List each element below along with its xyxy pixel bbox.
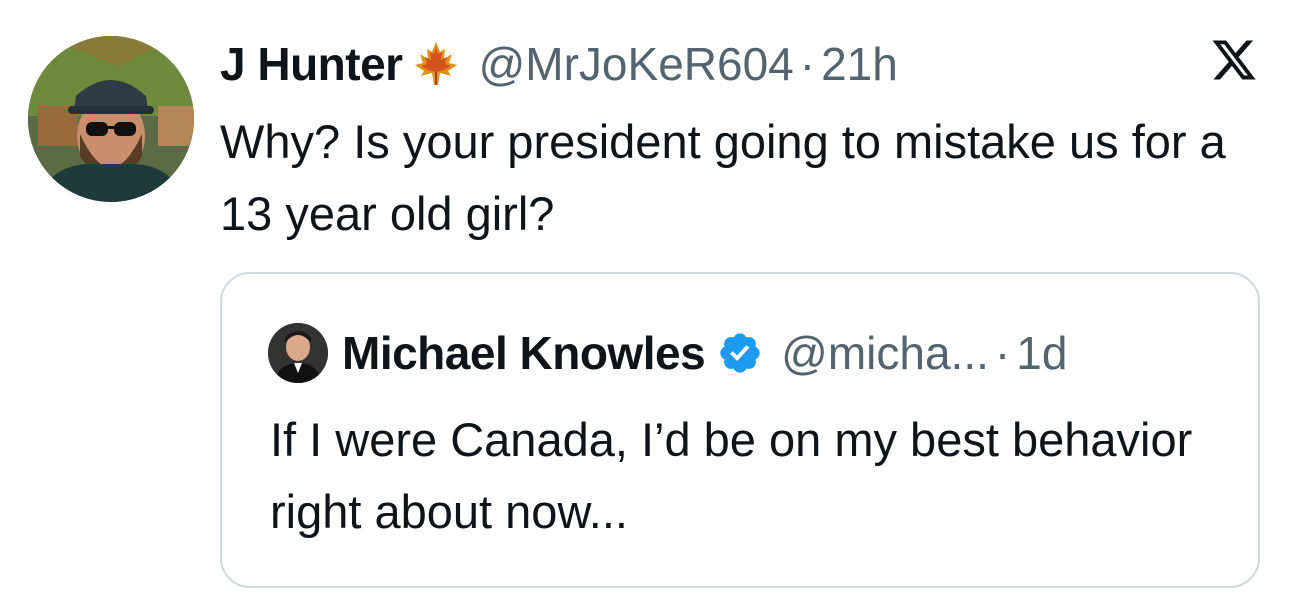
author-avatar[interactable] <box>28 36 194 202</box>
x-logo-icon[interactable] <box>1210 36 1258 84</box>
quoted-tweet-text: If I were Canada, I’d be on my best beha… <box>270 413 1193 538</box>
quoted-tweet-timestamp[interactable]: 1d <box>1016 326 1067 380</box>
author-name[interactable]: J Hunter <box>220 37 403 91</box>
tweet-header: J Hunter @MrJoKeR604 · 21h <box>220 36 898 92</box>
quoted-separator-dot: · <box>994 327 1011 379</box>
quoted-author-avatar[interactable] <box>268 323 328 383</box>
avatar-photo <box>28 36 194 202</box>
tweet-timestamp[interactable]: 21h <box>821 37 898 91</box>
quoted-author-handle[interactable]: @micha... <box>781 326 989 380</box>
verified-badge-icon <box>717 330 763 376</box>
author-handle[interactable]: @MrJoKeR604 <box>479 37 794 91</box>
quoted-tweet-header: Michael Knowles @micha... · 1d <box>268 322 1067 384</box>
quoted-avatar-photo <box>268 323 328 383</box>
quoted-author-name[interactable]: Michael Knowles <box>342 326 706 380</box>
quoted-tweet[interactable]: Michael Knowles @micha... · 1d If I were… <box>220 272 1260 588</box>
tweet-text: Why? Is your president going to mistake … <box>220 115 1226 240</box>
separator-dot: · <box>799 38 816 90</box>
tweet-card[interactable]: J Hunter @MrJoKeR604 · 21h Why? Is your … <box>0 0 1290 594</box>
maple-leaf-icon <box>411 39 461 89</box>
